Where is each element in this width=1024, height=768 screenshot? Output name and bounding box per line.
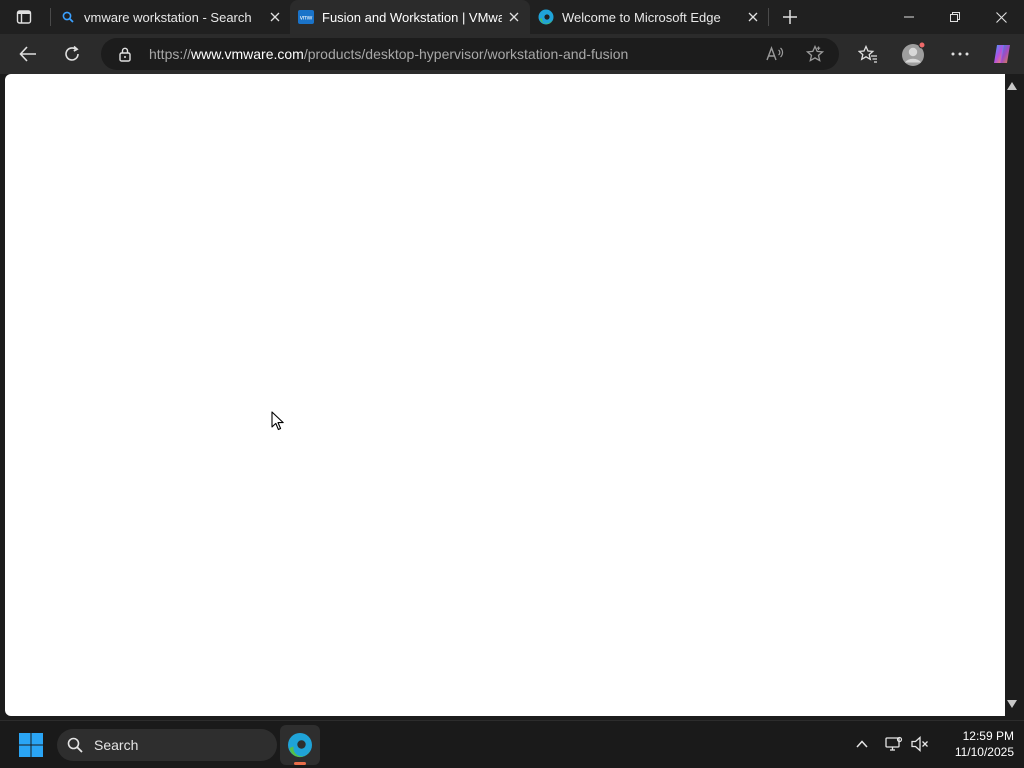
favorites-icon: [858, 45, 877, 63]
settings-more-button[interactable]: [944, 38, 976, 70]
tab-separator: [50, 8, 51, 26]
network-status-button[interactable]: [883, 733, 905, 755]
close-tab-icon[interactable]: [267, 9, 283, 25]
minimize-button[interactable]: [886, 0, 932, 34]
copilot-button[interactable]: [986, 38, 1018, 70]
browser-toolbar: https://www.vmware.com/products/desktop-…: [0, 34, 1024, 74]
clock-time: 12:59 PM: [962, 729, 1014, 743]
network-icon: [885, 736, 903, 751]
close-tab-icon[interactable]: [506, 9, 522, 25]
tab-separator: [768, 8, 769, 26]
scroll-down-icon[interactable]: [1006, 698, 1018, 710]
chevron-up-icon: [856, 740, 868, 748]
minimize-icon: [904, 16, 914, 18]
taskbar-edge-app[interactable]: [280, 725, 320, 765]
search-icon: [60, 9, 76, 25]
more-dots-icon: [951, 52, 969, 56]
avatar: [902, 41, 926, 66]
close-icon: [995, 11, 1007, 23]
tab-actions-icon: [16, 10, 32, 24]
tab-vmware[interactable]: vmw Fusion and Workstation | VMware: [290, 0, 530, 34]
mouse-cursor-icon: [271, 411, 284, 431]
edge-favicon-icon: [538, 9, 554, 25]
taskbar-search-box[interactable]: Search: [57, 729, 277, 761]
restore-button[interactable]: [932, 0, 978, 34]
windows-start-icon[interactable]: [18, 732, 44, 758]
url-path: /products/desktop-hypervisor/workstation…: [303, 46, 629, 62]
show-hidden-icons-button[interactable]: [851, 733, 873, 755]
plus-icon: [783, 10, 797, 24]
tab-title: Fusion and Workstation | VMware: [322, 10, 502, 25]
restore-icon: [950, 12, 960, 22]
refresh-icon: [65, 45, 79, 61]
close-window-button[interactable]: [978, 0, 1024, 34]
close-tab-icon[interactable]: [745, 9, 761, 25]
url-scheme: https://: [149, 46, 192, 62]
page-content-area[interactable]: [5, 74, 1005, 716]
vertical-scrollbar[interactable]: [1005, 74, 1020, 716]
tab-title: vmware workstation - Search: [84, 10, 252, 25]
new-tab-button[interactable]: [776, 3, 804, 31]
vmware-favicon-icon: vmw: [298, 9, 314, 25]
speaker-muted-icon: [911, 736, 928, 752]
system-clock[interactable]: 12:59 PM 11/10/2025: [934, 728, 1014, 760]
back-button[interactable]: [12, 38, 44, 70]
url-text[interactable]: https://www.vmware.com/products/desktop-…: [149, 46, 628, 62]
tab-actions-button[interactable]: [6, 3, 42, 31]
refresh-button[interactable]: [56, 38, 88, 70]
tab-search[interactable]: vmware workstation - Search: [52, 0, 290, 34]
lock-icon[interactable]: [117, 46, 133, 62]
vmware-favicon-text: vmw: [300, 16, 313, 22]
volume-button[interactable]: [909, 733, 931, 755]
address-bar[interactable]: https://www.vmware.com/products/desktop-…: [101, 38, 839, 70]
url-host: www.vmware.com: [191, 46, 304, 62]
tab-welcome-edge[interactable]: Welcome to Microsoft Edge: [530, 0, 768, 34]
clock-date: 11/10/2025: [954, 745, 1014, 759]
back-arrow-icon: [19, 46, 36, 62]
favorites-button[interactable]: [852, 38, 884, 70]
taskbar-search-label: Search: [94, 737, 139, 753]
tab-bar: vmware workstation - Search vmw Fusion a…: [0, 0, 1024, 34]
search-icon: [67, 737, 83, 753]
copilot-icon: [994, 45, 1010, 63]
scroll-up-icon[interactable]: [1006, 80, 1018, 92]
windows-taskbar: Search 12:59 PM 11/10/2025: [0, 720, 1024, 768]
edge-icon: [288, 733, 312, 758]
running-indicator: [294, 762, 306, 765]
tab-title: Welcome to Microsoft Edge: [562, 10, 721, 25]
profile-button[interactable]: [898, 38, 930, 70]
favorite-star-icon[interactable]: [805, 44, 825, 64]
read-aloud-icon[interactable]: [765, 44, 785, 64]
